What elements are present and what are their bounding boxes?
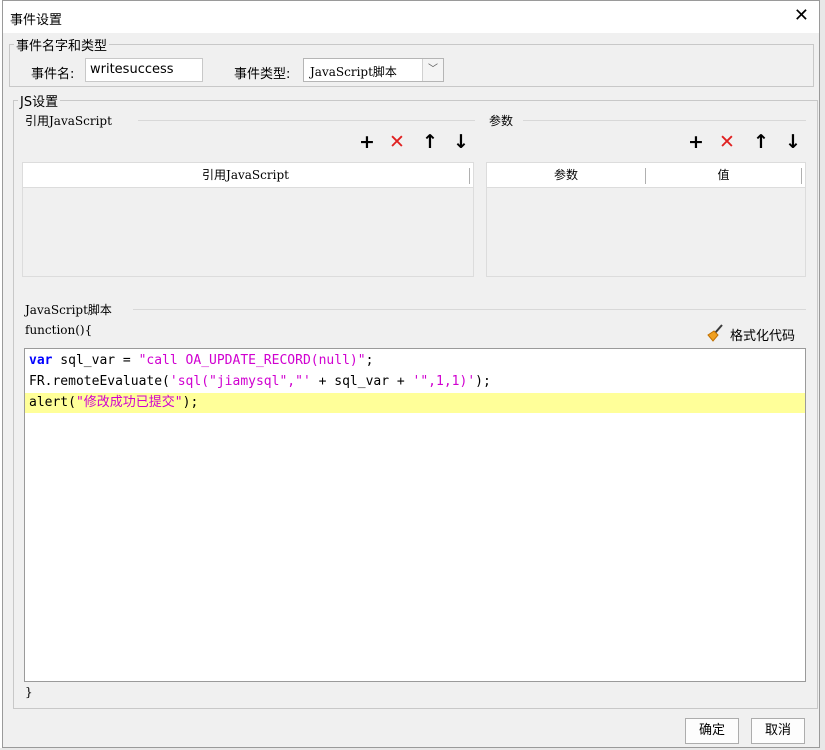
event-type-label: 事件类型: — [234, 67, 291, 82]
params-up-icon[interactable]: ↑ — [753, 132, 769, 152]
params-column-value[interactable]: 值 — [646, 163, 801, 187]
ref-js-remove-icon[interactable]: ✕ — [389, 132, 405, 152]
ref-js-up-icon[interactable]: ↑ — [422, 132, 438, 152]
column-divider — [469, 168, 470, 184]
params-table[interactable]: 参数 值 — [486, 162, 806, 277]
params-table-header: 参数 值 — [487, 163, 805, 188]
script-section-divider — [133, 309, 806, 310]
params-add-icon[interactable]: + — [688, 132, 704, 152]
ref-js-add-icon[interactable]: + — [359, 132, 375, 152]
ref-js-section-label: 引用JavaScript — [25, 114, 112, 128]
js-settings-legend: JS设置 — [20, 95, 59, 110]
params-column-name[interactable]: 参数 — [487, 163, 645, 187]
event-name-label: 事件名: — [31, 67, 75, 82]
code-line: var sql_var = "call OA_UPDATE_RECORD(nul… — [29, 353, 374, 368]
ref-js-section-divider — [138, 120, 475, 121]
format-code-label: 格式化代码 — [730, 329, 796, 344]
close-icon[interactable]: ✕ — [794, 6, 809, 26]
ref-js-table[interactable]: 引用JavaScript — [22, 162, 474, 277]
function-close-text: } — [25, 685, 33, 699]
background-app-strip — [820, 0, 825, 750]
ref-js-down-icon[interactable]: ↓ — [453, 132, 469, 152]
script-editor[interactable]: var sql_var = "call OA_UPDATE_RECORD(nul… — [24, 348, 806, 682]
cancel-button[interactable]: 取消 — [751, 718, 805, 744]
ok-button[interactable]: 确定 — [685, 718, 739, 744]
ref-js-column-header[interactable]: 引用JavaScript — [23, 163, 468, 187]
title-bar: 事件设置 ✕ — [3, 1, 819, 33]
code-line: FR.remoteEvaluate('sql("jiamysql","' + s… — [29, 374, 491, 389]
event-name-input[interactable]: writesuccess — [85, 58, 203, 82]
broom-icon — [705, 323, 725, 343]
params-down-icon[interactable]: ↓ — [785, 132, 801, 152]
params-remove-icon[interactable]: ✕ — [719, 132, 735, 152]
params-section-label: 参数 — [489, 114, 514, 128]
column-divider — [801, 168, 802, 184]
code-line-current: alert("修改成功已提交"); — [25, 393, 805, 413]
event-type-value: JavaScript脚本 — [310, 65, 397, 79]
function-open-text: function(){ — [25, 323, 93, 337]
event-type-select[interactable]: JavaScript脚本 ﹀ — [303, 58, 444, 82]
ref-js-table-header: 引用JavaScript — [23, 163, 473, 188]
event-name-value: writesuccess — [90, 62, 174, 77]
chevron-down-icon[interactable]: ﹀ — [422, 59, 443, 81]
params-section-divider — [523, 120, 806, 121]
name-type-legend: 事件名字和类型 — [16, 39, 108, 54]
dialog-title: 事件设置 — [10, 13, 63, 28]
script-section-label: JavaScript脚本 — [25, 303, 112, 317]
event-settings-dialog: 事件设置 ✕ 事件名字和类型 事件名: writesuccess 事件类型: J… — [2, 0, 820, 748]
